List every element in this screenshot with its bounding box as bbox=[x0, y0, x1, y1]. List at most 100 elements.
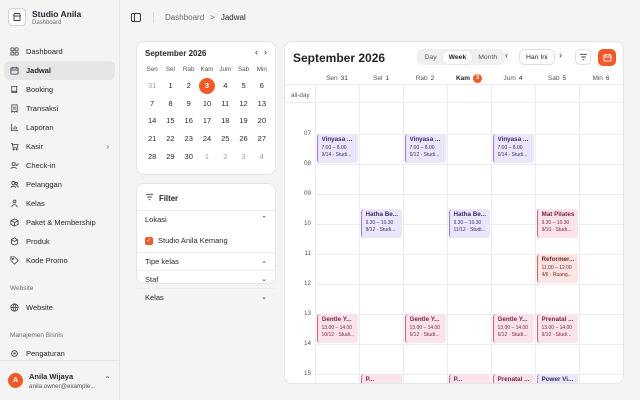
day-header[interactable]: Sen 31 bbox=[315, 72, 359, 84]
mini-calendar-day[interactable]: 1 bbox=[198, 147, 216, 165]
filter-kelas-toggle[interactable]: Kelas ⌄ bbox=[145, 288, 267, 306]
mini-calendar-day[interactable]: 28 bbox=[143, 147, 161, 165]
chevron-right-icon: › bbox=[106, 142, 109, 151]
mini-calendar-day[interactable]: 17 bbox=[198, 112, 216, 130]
mini-calendar-day[interactable]: 2 bbox=[180, 77, 198, 95]
event-info: 9/10 · Studi... bbox=[541, 332, 572, 338]
day-number: 30 bbox=[184, 151, 193, 161]
sidebar-toggle-icon[interactable] bbox=[131, 12, 141, 22]
calendar-event[interactable]: Hatha Be... 9.30 – 10.30 8/12 · Studi... bbox=[360, 209, 402, 238]
day-number: 1 bbox=[168, 81, 173, 91]
sidebar-item-booking[interactable]: Booking bbox=[4, 80, 115, 99]
day-header[interactable]: Kam 3 bbox=[447, 72, 491, 84]
mini-calendar-day[interactable]: 11 bbox=[216, 95, 234, 113]
chevron-left-icon[interactable]: ‹ bbox=[505, 50, 508, 60]
mini-calendar-day[interactable]: 7 bbox=[143, 95, 161, 113]
checkbox-checked-icon[interactable]: ✓ bbox=[145, 236, 153, 245]
mini-calendar-day[interactable]: 23 bbox=[180, 130, 198, 148]
sidebar-item-kasir[interactable]: Kasir › bbox=[4, 137, 115, 156]
sidebar-item-jadwal[interactable]: Jadwal bbox=[4, 61, 115, 80]
mini-calendar-day[interactable]: 27 bbox=[253, 130, 271, 148]
calendar-event[interactable]: Prenatal ... bbox=[492, 374, 534, 383]
mini-calendar-day[interactable]: 6 bbox=[253, 77, 271, 95]
calendar-event[interactable]: Prenatal ... 13.00 – 14.00 9/10 · Studi... bbox=[536, 314, 578, 343]
mini-calendar-day[interactable]: 18 bbox=[216, 112, 234, 130]
calendar-event[interactable]: Gentle Y... 13.00 – 14.00 6/12 · Studi... bbox=[404, 314, 446, 343]
calendar-event[interactable]: P... bbox=[448, 374, 490, 383]
calendar-event[interactable]: Gentle Y... 13.00 – 14.00 10/12 · Studi... bbox=[316, 314, 358, 343]
view-month-button[interactable]: Month bbox=[472, 51, 503, 64]
sidebar-item-produk[interactable]: Produk bbox=[4, 232, 115, 251]
mini-calendar-day[interactable]: 2 bbox=[216, 147, 234, 165]
filter-option-location[interactable]: ✓ Studio Anila Kemang bbox=[145, 236, 228, 245]
calendar-event[interactable]: Hatha Be... 9.30 – 10.30 11/12 · Studi... bbox=[448, 209, 490, 238]
mini-calendar-day[interactable]: 25 bbox=[216, 130, 234, 148]
filter-panel: Filter Lokasi ⌃ ✓ Studio Anila Kemang Ti… bbox=[136, 183, 276, 302]
sidebar-item-website[interactable]: Website bbox=[4, 298, 115, 317]
calendar-event[interactable]: Mat Pilates 9.30 – 10.30 9/10 · Studi... bbox=[536, 209, 578, 238]
mini-calendar-day[interactable]: 9 bbox=[180, 95, 198, 113]
sidebar-item-check-in[interactable]: Check-in bbox=[4, 156, 115, 175]
brand[interactable]: Studio Anila Dashboard bbox=[8, 8, 81, 26]
user-menu[interactable]: A Anila Wijaya anila.owner@example... ⌃ bbox=[0, 360, 119, 400]
mini-calendar-day[interactable]: 3 bbox=[234, 147, 252, 165]
mini-calendar-day[interactable]: 1 bbox=[161, 77, 179, 95]
sidebar-item-transaksi[interactable]: Transaksi bbox=[4, 99, 115, 118]
day-header[interactable]: Min 6 bbox=[579, 72, 623, 84]
chevron-left-icon[interactable]: ‹ bbox=[255, 47, 258, 57]
mini-calendar-day[interactable]: 19 bbox=[234, 112, 252, 130]
mini-calendar-day[interactable]: 31 bbox=[143, 77, 161, 95]
day-header[interactable]: Sel 1 bbox=[359, 72, 403, 84]
calendar-event[interactable]: Vinyasa ... 7.00 – 8.00 6/12 · Studi... bbox=[404, 134, 446, 163]
calendar-event[interactable]: Vinyasa ... 7.00 – 8.00 6/14 · Studi... bbox=[492, 134, 534, 163]
day-header[interactable]: Jum 4 bbox=[491, 72, 535, 84]
filter-tipe-toggle[interactable]: Tipe kelas ⌄ bbox=[145, 252, 267, 270]
mini-calendar-day[interactable]: 16 bbox=[180, 112, 198, 130]
mini-calendar-day[interactable]: 30 bbox=[180, 147, 198, 165]
sidebar-item-kelas[interactable]: Kelas bbox=[4, 194, 115, 213]
chevron-right-icon[interactable]: › bbox=[559, 50, 562, 60]
event-title: Vinyasa ... bbox=[409, 136, 441, 143]
calendar-button[interactable] bbox=[598, 49, 616, 66]
calendar-event[interactable]: P... bbox=[360, 374, 402, 383]
today-button[interactable]: Hari Ini bbox=[519, 49, 555, 65]
mini-calendar-day[interactable]: 13 bbox=[253, 95, 271, 113]
calendar-event[interactable]: Power Vi... bbox=[536, 374, 578, 383]
day-header[interactable]: Rab 2 bbox=[403, 72, 447, 84]
mini-calendar-day[interactable]: 26 bbox=[234, 130, 252, 148]
chevron-right-icon[interactable]: › bbox=[264, 47, 267, 57]
mini-calendar-day[interactable]: 15 bbox=[161, 112, 179, 130]
sidebar-item-paket-membership[interactable]: Paket & Membership bbox=[4, 213, 115, 232]
sidebar-item-pelanggan[interactable]: Pelanggan bbox=[4, 175, 115, 194]
mini-calendar-day[interactable]: 22 bbox=[161, 130, 179, 148]
view-week-button[interactable]: Week bbox=[442, 50, 473, 64]
sidebar-item-dashboard[interactable]: Dashboard bbox=[4, 42, 115, 61]
filter-button[interactable] bbox=[575, 49, 591, 65]
mini-calendar-day[interactable]: 12 bbox=[234, 95, 252, 113]
sidebar-item-laporan[interactable]: Laporan bbox=[4, 118, 115, 137]
grid-icon bbox=[10, 47, 19, 56]
mini-calendar-day[interactable]: 5 bbox=[234, 77, 252, 95]
mini-calendar-day[interactable]: 4 bbox=[253, 147, 271, 165]
mini-calendar-day[interactable]: 21 bbox=[143, 130, 161, 148]
mini-calendar-today[interactable]: 3 bbox=[198, 77, 216, 95]
mini-calendar-day[interactable]: 14 bbox=[143, 112, 161, 130]
view-day-button[interactable]: Day bbox=[419, 51, 443, 64]
calendar-event[interactable]: Vinyasa ... 7.00 – 8.00 9/14 · Studi... bbox=[316, 134, 358, 163]
calendar-event[interactable]: Gentle Y... 13.00 – 14.00 6/12 · Studi... bbox=[492, 314, 534, 343]
day-header[interactable]: Sab 5 bbox=[535, 72, 579, 84]
mini-calendar-day[interactable]: 10 bbox=[198, 95, 216, 113]
package-icon bbox=[10, 218, 19, 227]
mini-calendar-day[interactable]: 29 bbox=[161, 147, 179, 165]
filter-staf-toggle[interactable]: Staf ⌄ bbox=[145, 270, 267, 288]
day-number: 3 bbox=[198, 77, 215, 94]
breadcrumb-dashboard[interactable]: Dashboard bbox=[165, 13, 204, 22]
mini-calendar-day[interactable]: 4 bbox=[216, 77, 234, 95]
mini-calendar-day[interactable]: 8 bbox=[161, 95, 179, 113]
mini-calendar-day[interactable]: 20 bbox=[253, 112, 271, 130]
mini-calendar-day[interactable]: 24 bbox=[198, 130, 216, 148]
calendar-event[interactable]: Reformer... 11.00 – 12.00 4/6 · Ruang... bbox=[536, 254, 578, 283]
day-number: 18 bbox=[221, 116, 230, 126]
filter-lokasi-toggle[interactable]: Lokasi ⌃ bbox=[145, 210, 267, 228]
sidebar-item-kode-promo[interactable]: Kode Promo bbox=[4, 251, 115, 270]
